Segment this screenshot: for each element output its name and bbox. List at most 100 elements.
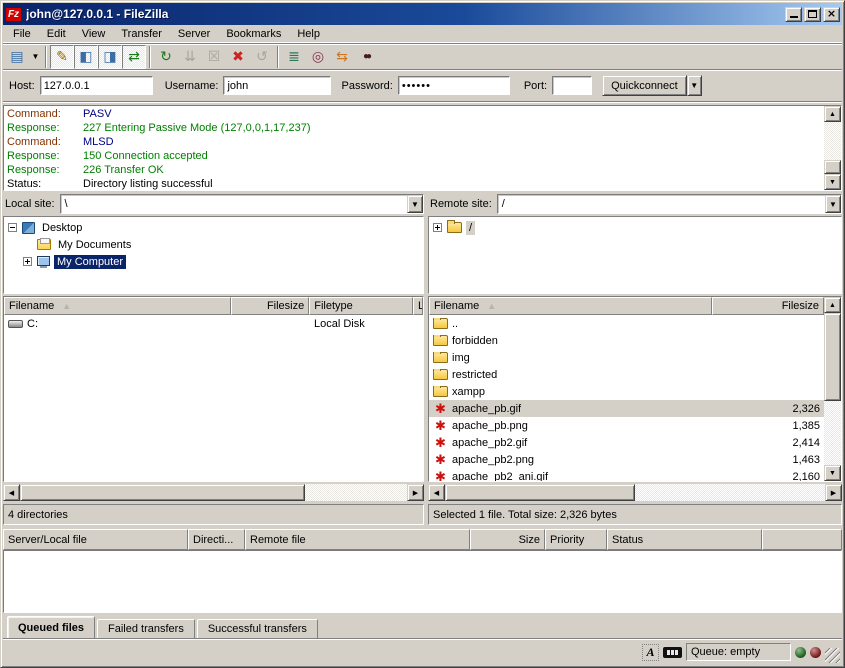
toggle-remote-tree-icon[interactable]: ◨ bbox=[98, 45, 122, 69]
column-size[interactable]: Size bbox=[470, 529, 545, 550]
close-icon: × bbox=[827, 9, 836, 19]
column-remote-file[interactable]: Remote file bbox=[245, 529, 470, 550]
log-vertical-scrollbar[interactable]: ▲ ▼ bbox=[824, 106, 841, 190]
scrollbar-thumb[interactable] bbox=[20, 484, 305, 501]
column-status[interactable]: Status bbox=[607, 529, 762, 550]
toggle-local-tree-icon[interactable]: ◧ bbox=[74, 45, 98, 69]
find-files-icon[interactable]: ●● bbox=[354, 45, 378, 69]
menu-server[interactable]: Server bbox=[170, 26, 218, 42]
quickconnect-dropdown-icon[interactable]: ▼ bbox=[687, 75, 702, 96]
chevron-down-icon[interactable]: ▼ bbox=[825, 195, 841, 213]
local-pane: Local site: \ ▼ Desktop My Documents bbox=[3, 193, 424, 525]
toolbar: ▤ ▼ ✎ ◧ ◨ ⇄ ↻ ⇊ ☒ ✖ ↺ ≣ ◎ ⇆ ●● bbox=[3, 43, 842, 70]
remote-file-row[interactable]: .. bbox=[429, 315, 824, 332]
folder-icon bbox=[433, 318, 448, 329]
collapse-icon[interactable] bbox=[8, 223, 17, 232]
tab-successful-transfers[interactable]: Successful transfers bbox=[197, 619, 318, 638]
refresh-icon[interactable]: ↻ bbox=[154, 45, 178, 69]
tab-failed-transfers[interactable]: Failed transfers bbox=[97, 619, 195, 638]
column-filename[interactable]: Filename▲ bbox=[4, 297, 231, 315]
site-manager-icon[interactable]: ▤ bbox=[5, 45, 29, 69]
remote-file-row[interactable]: ✱apache_pb2.gif 2,414 bbox=[429, 434, 824, 451]
maximize-icon bbox=[808, 10, 817, 18]
local-directory-tree: Desktop My Documents My Computer bbox=[3, 216, 424, 294]
maximize-button[interactable] bbox=[804, 7, 821, 22]
main-panes: Local site: \ ▼ Desktop My Documents bbox=[3, 193, 842, 525]
username-input[interactable] bbox=[223, 76, 331, 95]
log-line: Response:150 Connection accepted bbox=[7, 149, 838, 163]
local-file-row[interactable]: C: Local Disk bbox=[4, 315, 423, 332]
column-priority[interactable]: Priority bbox=[545, 529, 607, 550]
directory-comparison-icon[interactable]: ◎ bbox=[306, 45, 330, 69]
site-manager-dropdown-icon[interactable]: ▼ bbox=[29, 45, 42, 69]
sort-ascending-icon: ▲ bbox=[62, 301, 71, 311]
remote-site-combobox[interactable]: / ▼ bbox=[497, 194, 842, 214]
menu-bookmarks[interactable]: Bookmarks bbox=[218, 26, 289, 42]
scrollbar-thumb[interactable] bbox=[824, 313, 841, 401]
scroll-left-icon[interactable]: ◀ bbox=[428, 484, 445, 501]
quickconnect-button[interactable]: Quickconnect bbox=[602, 75, 687, 96]
port-input[interactable] bbox=[552, 76, 592, 95]
scroll-right-icon[interactable]: ▶ bbox=[407, 484, 424, 501]
scroll-down-icon[interactable]: ▼ bbox=[824, 174, 841, 190]
column-last-modified[interactable]: L bbox=[413, 297, 423, 315]
transfer-type-ascii-icon[interactable]: A bbox=[642, 644, 659, 661]
tree-item-my-computer[interactable]: My Computer bbox=[4, 253, 423, 270]
expand-icon[interactable] bbox=[23, 257, 32, 266]
tree-item-root[interactable]: / bbox=[429, 219, 841, 236]
menu-file[interactable]: File bbox=[5, 26, 39, 42]
tree-item-desktop[interactable]: Desktop bbox=[4, 219, 423, 236]
remote-vertical-scrollbar[interactable]: ▲ ▼ bbox=[824, 297, 841, 481]
menu-edit[interactable]: Edit bbox=[39, 26, 74, 42]
remote-file-row[interactable]: ✱apache_pb2_ani.gif 2,160 bbox=[429, 468, 824, 481]
synchronized-browsing-icon[interactable]: ⇆ bbox=[330, 45, 354, 69]
scroll-right-icon[interactable]: ▶ bbox=[825, 484, 842, 501]
scrollbar-thumb[interactable] bbox=[824, 160, 841, 174]
remote-file-row[interactable]: ✱apache_pb2.png 1,463 bbox=[429, 451, 824, 468]
remote-horizontal-scrollbar[interactable]: ◀ ▶ bbox=[428, 484, 842, 502]
speed-limit-indicator-icon[interactable] bbox=[663, 647, 682, 658]
column-filetype[interactable]: Filetype bbox=[309, 297, 413, 315]
directory-listing-filters-icon[interactable]: ≣ bbox=[282, 45, 306, 69]
resize-grip[interactable] bbox=[825, 648, 840, 663]
chevron-down-icon[interactable]: ▼ bbox=[407, 195, 423, 213]
local-horizontal-scrollbar[interactable]: ◀ ▶ bbox=[3, 484, 424, 502]
close-button[interactable]: × bbox=[823, 7, 840, 22]
remote-file-row-selected[interactable]: ✱apache_pb.gif 2,326 bbox=[429, 400, 824, 417]
host-input[interactable] bbox=[40, 76, 153, 95]
menu-view[interactable]: View bbox=[74, 26, 114, 42]
password-input[interactable] bbox=[398, 76, 510, 95]
scroll-left-icon[interactable]: ◀ bbox=[3, 484, 20, 501]
remote-file-row[interactable]: xampp bbox=[429, 383, 824, 400]
local-file-list: Filename▲ Filesize Filetype L C: Local D… bbox=[3, 296, 424, 482]
toggle-transfer-queue-icon[interactable]: ⇄ bbox=[122, 45, 146, 69]
scroll-up-icon[interactable]: ▲ bbox=[824, 106, 841, 122]
queue-header: Server/Local file Directi... Remote file… bbox=[3, 529, 842, 550]
local-status-text: 4 directories bbox=[3, 504, 424, 525]
column-filesize[interactable]: Filesize bbox=[231, 297, 309, 315]
remote-file-row[interactable]: forbidden bbox=[429, 332, 824, 349]
expand-icon[interactable] bbox=[433, 223, 442, 232]
process-queue-icon: ⇊ bbox=[178, 45, 202, 69]
menu-help[interactable]: Help bbox=[289, 26, 328, 42]
toggle-message-log-icon[interactable]: ✎ bbox=[50, 45, 74, 69]
column-filename[interactable]: Filename▲ bbox=[429, 297, 712, 315]
disconnect-icon[interactable]: ✖ bbox=[226, 45, 250, 69]
scrollbar-thumb[interactable] bbox=[445, 484, 635, 501]
menu-transfer[interactable]: Transfer bbox=[113, 26, 170, 42]
scroll-up-icon[interactable]: ▲ bbox=[824, 297, 841, 313]
tree-item-my-documents[interactable]: My Documents bbox=[4, 236, 423, 253]
remote-site-label: Remote site: bbox=[428, 198, 497, 210]
column-filesize[interactable]: Filesize bbox=[712, 297, 824, 315]
remote-file-row[interactable]: img bbox=[429, 349, 824, 366]
scroll-down-icon[interactable]: ▼ bbox=[824, 465, 841, 481]
column-server-local-file[interactable]: Server/Local file bbox=[3, 529, 188, 550]
remote-file-row[interactable]: restricted bbox=[429, 366, 824, 383]
column-direction[interactable]: Directi... bbox=[188, 529, 245, 550]
log-line: Response:227 Entering Passive Mode (127,… bbox=[7, 121, 838, 135]
tab-queued-files[interactable]: Queued files bbox=[7, 616, 95, 638]
remote-file-row[interactable]: ✱apache_pb.png 1,385 bbox=[429, 417, 824, 434]
local-site-combobox[interactable]: \ ▼ bbox=[60, 194, 424, 214]
minimize-button[interactable] bbox=[785, 7, 802, 22]
queue-list[interactable] bbox=[3, 550, 842, 613]
